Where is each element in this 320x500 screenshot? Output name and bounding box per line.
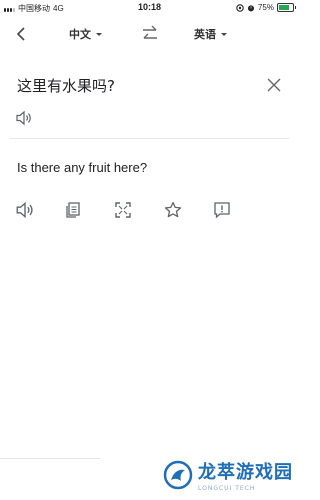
status-right: 75% [236,3,296,12]
close-icon[interactable] [264,75,284,95]
language-toolbar: 中文 英语 [0,20,299,50]
source-language-selector[interactable]: 中文 [69,26,102,42]
divider [10,138,289,139]
source-language-label: 中文 [69,28,91,41]
star-icon[interactable] [163,200,183,220]
feedback-icon[interactable] [212,200,232,220]
result-actions [0,200,299,222]
footer-divider [0,458,100,459]
battery-icon [277,3,296,12]
target-language-label: 英语 [194,28,216,41]
dropdown-caret-icon [221,32,227,36]
copy-icon[interactable] [63,200,83,220]
location-icon [236,3,244,12]
alarm-icon [247,4,255,11]
watermark-subtitle: LONGCUI TECH [198,485,256,492]
source-text[interactable]: 这里有水果吗? [17,75,115,96]
fullscreen-icon[interactable] [113,200,133,220]
speaker-icon[interactable] [15,200,35,220]
dragon-logo-icon [163,460,193,490]
status-bar: 中国移动 4G 10:18 75% [0,0,299,16]
dropdown-caret-icon [96,32,102,36]
watermark: 龙萃游戏园 LONGCUI TECH [163,458,293,492]
swap-arrows-icon[interactable] [140,23,160,45]
translation-result: Is there any fruit here? [17,160,148,175]
watermark-title: 龙萃游戏园 [198,462,293,483]
battery-percent: 75% [257,3,274,12]
speaker-icon[interactable] [15,110,33,126]
chevron-left-icon[interactable] [10,22,34,46]
target-language-selector[interactable]: 英语 [194,26,227,42]
